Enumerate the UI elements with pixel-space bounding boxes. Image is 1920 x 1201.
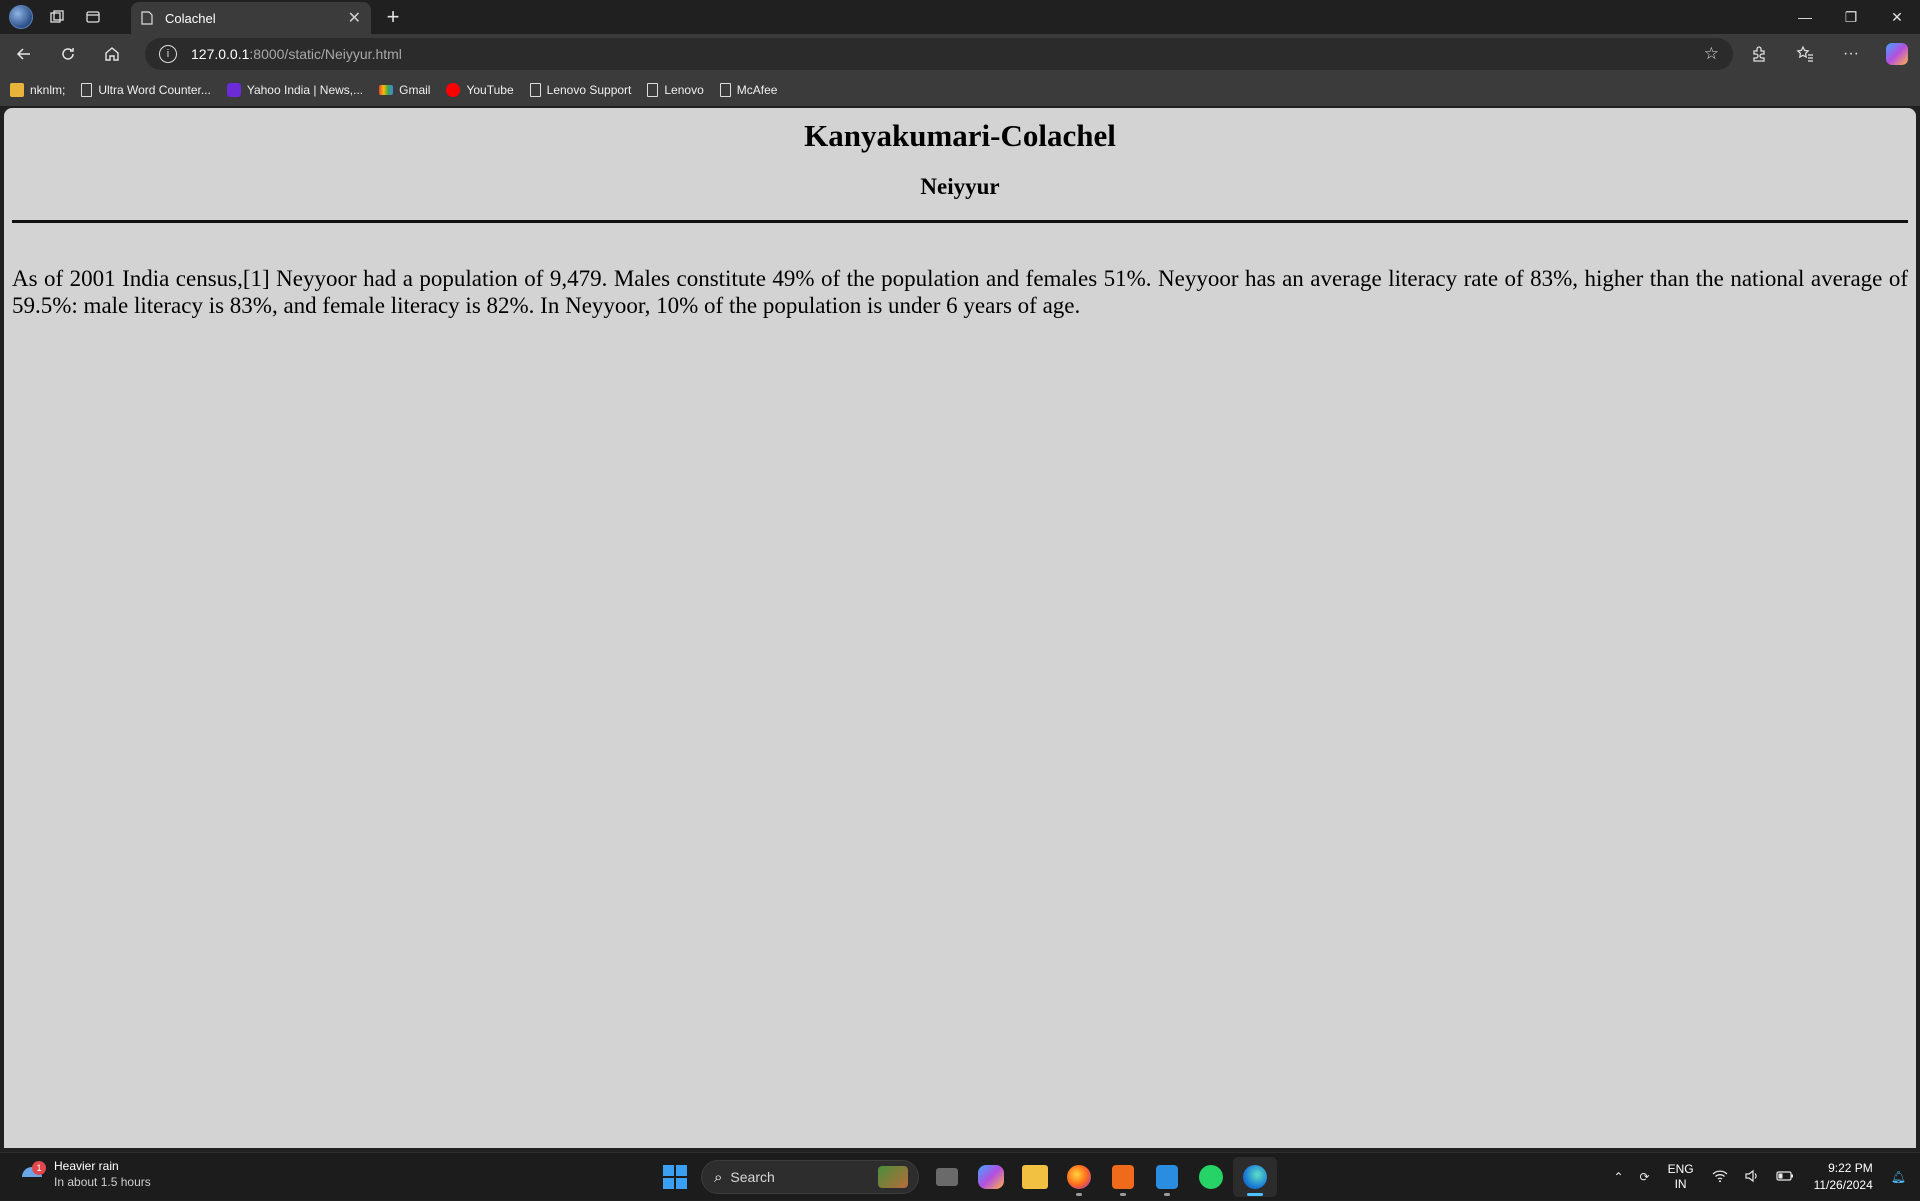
bookmark-lenovo[interactable]: Lenovo: [647, 83, 704, 97]
navigation-bar: i 127.0.0.1:8000/static/Neiyyur.html ☆ ·…: [0, 34, 1920, 74]
page-icon: [141, 11, 153, 25]
url-host: 127.0.0.1: [191, 46, 250, 62]
page-icon: [647, 83, 659, 97]
browser-title-bar: Colachel ✕ + — ❐ ✕: [0, 0, 1920, 34]
sync-icon[interactable]: ⟳: [1640, 1170, 1650, 1184]
home-icon: [105, 47, 119, 61]
file-explorer-app[interactable]: [1013, 1157, 1057, 1197]
vscode-icon: [1156, 1165, 1178, 1189]
bookmark-yahoo-india[interactable]: Yahoo India | News,...: [226, 83, 363, 97]
notification-badge: 1: [32, 1161, 46, 1175]
refresh-button[interactable]: [48, 37, 88, 71]
notifications-bell-icon[interactable]: 🔔︎: [1891, 1170, 1906, 1184]
rain-umbrella-icon: 1: [20, 1161, 46, 1187]
clock-date: 11/26/2024: [1813, 1178, 1873, 1192]
refresh-icon: [62, 48, 74, 60]
workspaces-icon[interactable]: [42, 2, 72, 32]
home-button[interactable]: [92, 37, 132, 71]
vscode-app[interactable]: [1145, 1157, 1189, 1197]
new-tab-button[interactable]: +: [380, 4, 406, 30]
battery-icon[interactable]: [1775, 1170, 1794, 1185]
copilot-icon[interactable]: [1886, 43, 1908, 65]
xampp-icon: [1112, 1165, 1134, 1189]
url-path: :8000/static/Neiyyur.html: [249, 46, 402, 62]
weather-widget[interactable]: 1 Heavier rain In about 1.5 hours: [20, 1159, 151, 1189]
firefox-app[interactable]: [1057, 1157, 1101, 1197]
close-window-button[interactable]: ✕: [1874, 0, 1920, 34]
search-label: Search: [730, 1169, 775, 1185]
bookmark-mcafee[interactable]: McAfee: [719, 83, 777, 97]
chevron-up-icon[interactable]: ⌃: [1613, 1170, 1623, 1184]
page-icon: [81, 83, 93, 97]
edge-app[interactable]: [1233, 1157, 1277, 1197]
weather-title: Heavier rain: [54, 1159, 119, 1173]
close-tab-icon[interactable]: ✕: [348, 8, 361, 28]
restore-button[interactable]: ❐: [1828, 0, 1874, 34]
wifi-icon[interactable]: [1712, 1169, 1728, 1186]
start-button[interactable]: [655, 1157, 695, 1197]
taskbar: 1 Heavier rain In about 1.5 hours ⌕ Sear…: [0, 1152, 1920, 1200]
bookmark-ultra-word-counter[interactable]: Ultra Word Counter...: [81, 83, 211, 97]
clock[interactable]: 9:22 PM 11/26/2024: [1814, 1160, 1873, 1194]
page-title: Kanyakumari-Colachel: [804, 118, 1116, 153]
taskbar-search[interactable]: ⌕ Search: [701, 1160, 919, 1194]
page-content: Kanyakumari-Colachel Neiyyur As of 2001 …: [4, 118, 1916, 319]
extensions-icon[interactable]: [1736, 37, 1782, 71]
whatsapp-icon: [1199, 1165, 1223, 1189]
search-highlight-image: [878, 1166, 908, 1188]
page-viewport: Kanyakumari-Colachel Neiyyur As of 2001 …: [4, 108, 1916, 1148]
bookmark-nknlm[interactable]: nknlm;: [10, 83, 65, 97]
task-view-button[interactable]: [925, 1157, 969, 1197]
language-indicator[interactable]: ENG IN: [1668, 1162, 1694, 1192]
clock-time: 9:22 PM: [1828, 1161, 1873, 1175]
bookmark-gmail[interactable]: Gmail: [379, 83, 430, 97]
bookmarks-bar: nknlm; Ultra Word Counter... Yahoo India…: [0, 74, 1920, 106]
firefox-icon: [1067, 1165, 1091, 1189]
more-menu-icon[interactable]: ···: [1828, 37, 1874, 71]
profile-avatar-icon: [9, 5, 33, 29]
favorite-star-icon[interactable]: ☆: [1704, 44, 1719, 64]
weather-subtitle: In about 1.5 hours: [54, 1175, 151, 1189]
xampp-app[interactable]: [1101, 1157, 1145, 1197]
divider: [12, 220, 1908, 223]
page-icon: [719, 83, 731, 97]
system-tray: ⌃ ⟳ ENG IN 9:22 PM 11/26/2024 🔔︎: [1605, 1153, 1920, 1201]
site-info-icon[interactable]: i: [159, 45, 177, 63]
copilot-app[interactable]: [969, 1157, 1013, 1197]
gmail-icon: [379, 85, 394, 95]
page-icon: [529, 83, 541, 97]
edge-icon: [1243, 1165, 1267, 1189]
tab-title: Colachel: [165, 10, 216, 26]
bookmark-youtube[interactable]: YouTube: [446, 83, 514, 97]
copilot-app-icon: [978, 1165, 1004, 1189]
task-view-icon: [936, 1168, 958, 1186]
minimize-button[interactable]: —: [1782, 0, 1828, 34]
page-subtitle: Neiyyur: [920, 174, 1000, 199]
yahoo-icon: [226, 83, 241, 97]
folder-icon: [10, 83, 24, 97]
youtube-icon: [446, 83, 461, 97]
profile-button[interactable]: [6, 2, 36, 32]
folder-app-icon: [1022, 1165, 1048, 1189]
tab-actions-icon[interactable]: [78, 2, 108, 32]
back-arrow-icon: [16, 48, 30, 60]
search-icon: ⌕: [714, 1168, 723, 1186]
back-button[interactable]: [4, 37, 44, 71]
address-bar[interactable]: i 127.0.0.1:8000/static/Neiyyur.html ☆: [145, 38, 1733, 70]
census-paragraph: As of 2001 India census,[1] Neyyoor had …: [12, 266, 1908, 318]
whatsapp-app[interactable]: [1189, 1157, 1233, 1197]
favorites-icon[interactable]: [1782, 37, 1828, 71]
volume-icon[interactable]: [1744, 1169, 1760, 1186]
bookmark-lenovo-support[interactable]: Lenovo Support: [529, 83, 631, 97]
tab-active[interactable]: Colachel ✕: [131, 2, 371, 34]
